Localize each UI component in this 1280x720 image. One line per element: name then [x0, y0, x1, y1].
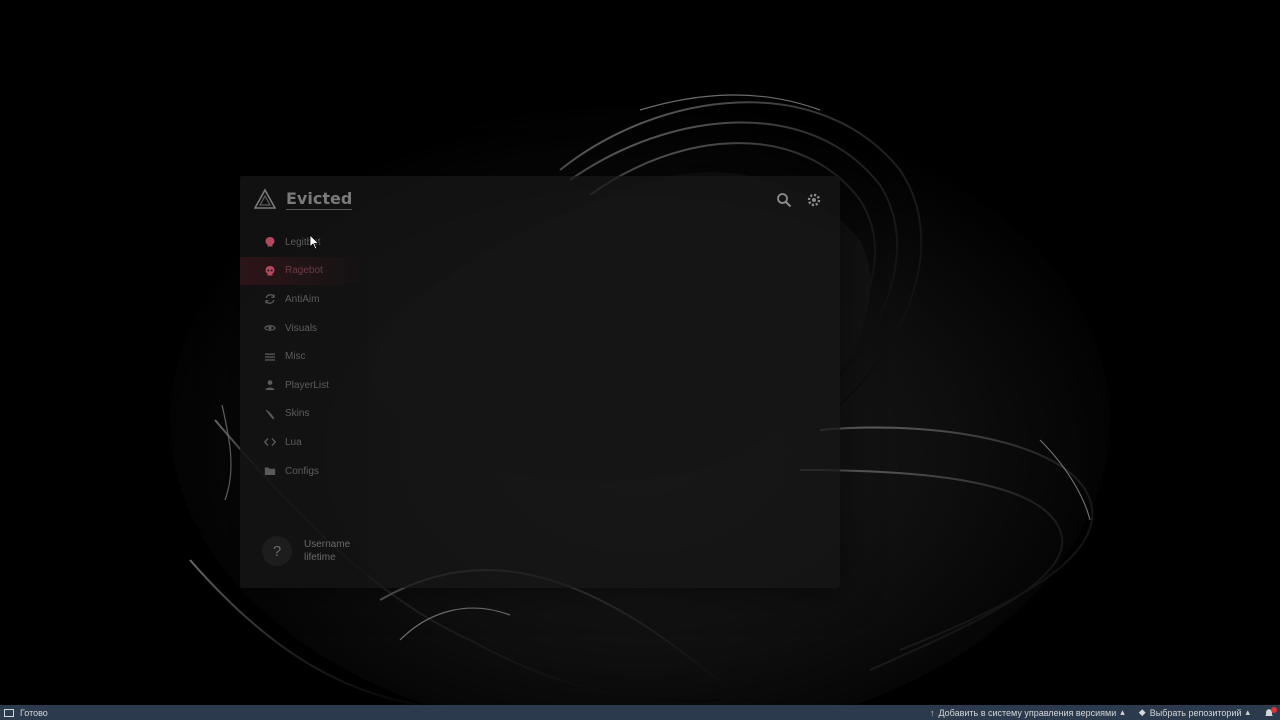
sidebar-item-playerlist[interactable]: PlayerList — [240, 371, 368, 400]
sidebar-item-ragebot[interactable]: Ragebot — [240, 256, 368, 286]
skull-icon — [264, 265, 276, 277]
username: Username — [304, 539, 351, 550]
brand: Evicted — [254, 188, 353, 210]
sidebar-item-label: Ragebot — [285, 265, 323, 277]
status-text: Готово — [20, 707, 48, 718]
search-icon[interactable] — [776, 192, 792, 208]
mouse-cursor-icon — [309, 234, 319, 250]
gear-icon[interactable] — [806, 192, 822, 208]
menu-icon — [264, 351, 276, 363]
sidebar-item-label: Configs — [285, 465, 319, 477]
avatar[interactable]: ? — [262, 536, 292, 566]
folder-icon — [264, 465, 276, 477]
user-icon — [264, 379, 276, 391]
top-icons — [776, 192, 822, 208]
sidebar-item-antiaim[interactable]: AntiAim — [240, 285, 368, 314]
add-to-vcs-button[interactable]: ↑ Добавить в систему управления версиями… — [930, 707, 1125, 718]
sidebar-item-misc[interactable]: Misc — [240, 342, 368, 371]
sidebar-item-configs[interactable]: Configs — [240, 457, 368, 486]
code-icon — [264, 436, 276, 448]
notification-badge — [1271, 706, 1277, 713]
subscription: lifetime — [304, 552, 336, 563]
sidebar-item-lua[interactable]: Lua — [240, 428, 368, 457]
skull-icon — [264, 236, 276, 248]
notifications-bell-icon[interactable] — [1264, 706, 1277, 718]
status-left: Готово — [0, 708, 48, 718]
status-right: ↑ Добавить в систему управления версиями… — [930, 706, 1280, 718]
refresh-icon — [264, 293, 276, 305]
sidebar-nav: Legitbot Ragebot AntiAim Visuals Misc Pl… — [240, 228, 368, 485]
status-bar: Готово ↑ Добавить в систему управления в… — [0, 705, 1280, 720]
select-repo-label: Выбрать репозиторий — [1149, 707, 1242, 718]
caret-up-icon: ▴ — [1120, 707, 1125, 717]
arrow-up-icon: ↑ — [929, 707, 935, 718]
sidebar-item-legitbot[interactable]: Legitbot — [240, 228, 368, 257]
sidebar-item-skins[interactable]: Skins — [240, 400, 368, 429]
caret-up-icon: ▴ — [1245, 707, 1250, 717]
user-info: Username lifetime — [304, 539, 350, 563]
window-icon[interactable] — [4, 708, 14, 717]
add-to-vcs-label: Добавить в систему управления версиями — [938, 707, 1117, 718]
sidebar-item-label: Visuals — [285, 322, 318, 334]
sidebar-item-label: Misc — [285, 351, 306, 363]
select-repo-button[interactable]: ◆ Выбрать репозиторий ▴ — [1139, 707, 1250, 718]
sidebar-item-label: PlayerList — [285, 379, 329, 391]
app-title: Evicted — [286, 188, 353, 210]
sidebar-item-label: AntiAim — [285, 293, 320, 305]
cheat-menu-window: Evicted Legitbot Ragebot AntiAim Visuals… — [240, 176, 840, 588]
knife-icon — [264, 408, 276, 420]
logo-icon — [254, 188, 276, 209]
sidebar-item-label: Skins — [285, 408, 310, 420]
git-diamond-icon: ◆ — [1138, 707, 1146, 717]
user-panel: ? Username lifetime — [262, 536, 350, 566]
eye-icon — [264, 322, 276, 334]
sidebar-item-visuals[interactable]: Visuals — [240, 314, 368, 343]
sidebar-item-label: Lua — [285, 436, 302, 448]
